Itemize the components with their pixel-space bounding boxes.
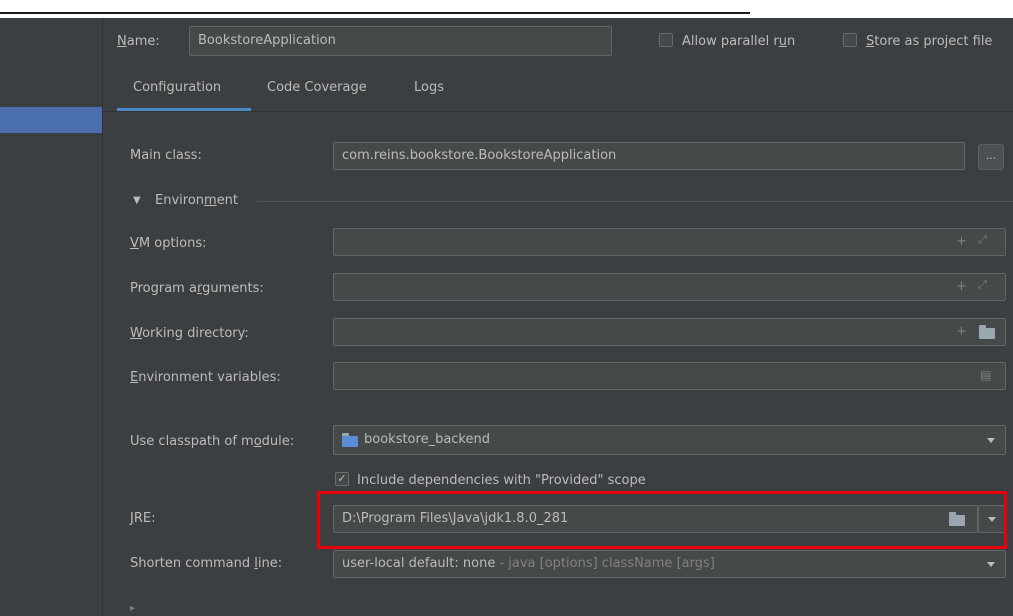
shorten-command-line-dropdown[interactable]: user-local default: none - java [options…: [333, 550, 1006, 578]
main-class-label: Main class:: [130, 148, 202, 163]
folder-icon[interactable]: [979, 325, 995, 339]
tab-logs[interactable]: Logs: [414, 80, 444, 95]
working-directory-input[interactable]: [333, 318, 1006, 346]
store-as-project-file-label: Store as project file: [866, 34, 993, 49]
module-icon: [342, 433, 358, 447]
working-directory-label: Working directory:: [130, 326, 249, 341]
expand-icon[interactable]: ⤢: [978, 278, 987, 292]
top-strip: [0, 0, 1013, 18]
plus-icon[interactable]: +: [956, 280, 967, 294]
active-tab-indicator: [117, 108, 251, 111]
next-section-triangle-icon: ▸: [130, 603, 136, 614]
run-config-sidebar: [0, 18, 103, 616]
environment-variables-input[interactable]: [333, 362, 1006, 390]
store-as-project-file-checkbox[interactable]: [843, 33, 857, 47]
vm-options-input[interactable]: [333, 228, 1006, 256]
environment-section-title[interactable]: Environment: [155, 193, 238, 208]
allow-parallel-run-label: Allow parallel run: [682, 34, 796, 49]
program-arguments-input[interactable]: [333, 273, 1006, 301]
plus-icon[interactable]: +: [956, 325, 967, 339]
allow-parallel-run-checkbox[interactable]: [659, 33, 673, 47]
expand-icon[interactable]: ⤢: [978, 233, 987, 247]
environment-variables-label: Environment variables:: [130, 370, 281, 385]
tab-bar-divider: [103, 111, 1013, 112]
chevron-down-icon[interactable]: [987, 562, 995, 567]
include-dependencies-checkbox[interactable]: ✓: [335, 472, 349, 486]
jre-label: JRE:: [130, 511, 156, 526]
browse-main-class-button[interactable]: ...: [978, 144, 1004, 170]
program-arguments-label: Program arguments:: [130, 281, 264, 296]
jre-highlight-box: [317, 491, 1007, 549]
name-input[interactable]: BookstoreApplication: [189, 26, 612, 56]
plus-icon[interactable]: +: [956, 235, 967, 249]
include-dependencies-label: Include dependencies with "Provided" sco…: [357, 473, 646, 488]
name-label: Name:: [117, 34, 160, 49]
shorten-command-line-label: Shorten command line:: [130, 556, 283, 571]
tab-configuration[interactable]: Configuration: [133, 80, 221, 95]
top-divider-line: [0, 12, 750, 14]
chevron-down-icon[interactable]: [987, 438, 995, 443]
tab-code-coverage[interactable]: Code Coverage: [267, 80, 367, 95]
collapse-triangle-icon[interactable]: ▼: [133, 195, 141, 206]
sidebar-selected-item[interactable]: [0, 107, 102, 133]
document-icon[interactable]: ▤: [980, 368, 991, 382]
classpath-module-dropdown[interactable]: bookstore_backend: [333, 425, 1006, 455]
classpath-module-label: Use classpath of module:: [130, 434, 295, 449]
environment-section-divider: [257, 201, 1013, 202]
vm-options-label: VM options:: [130, 236, 207, 251]
main-class-input[interactable]: com.reins.bookstore.BookstoreApplication: [333, 142, 965, 170]
